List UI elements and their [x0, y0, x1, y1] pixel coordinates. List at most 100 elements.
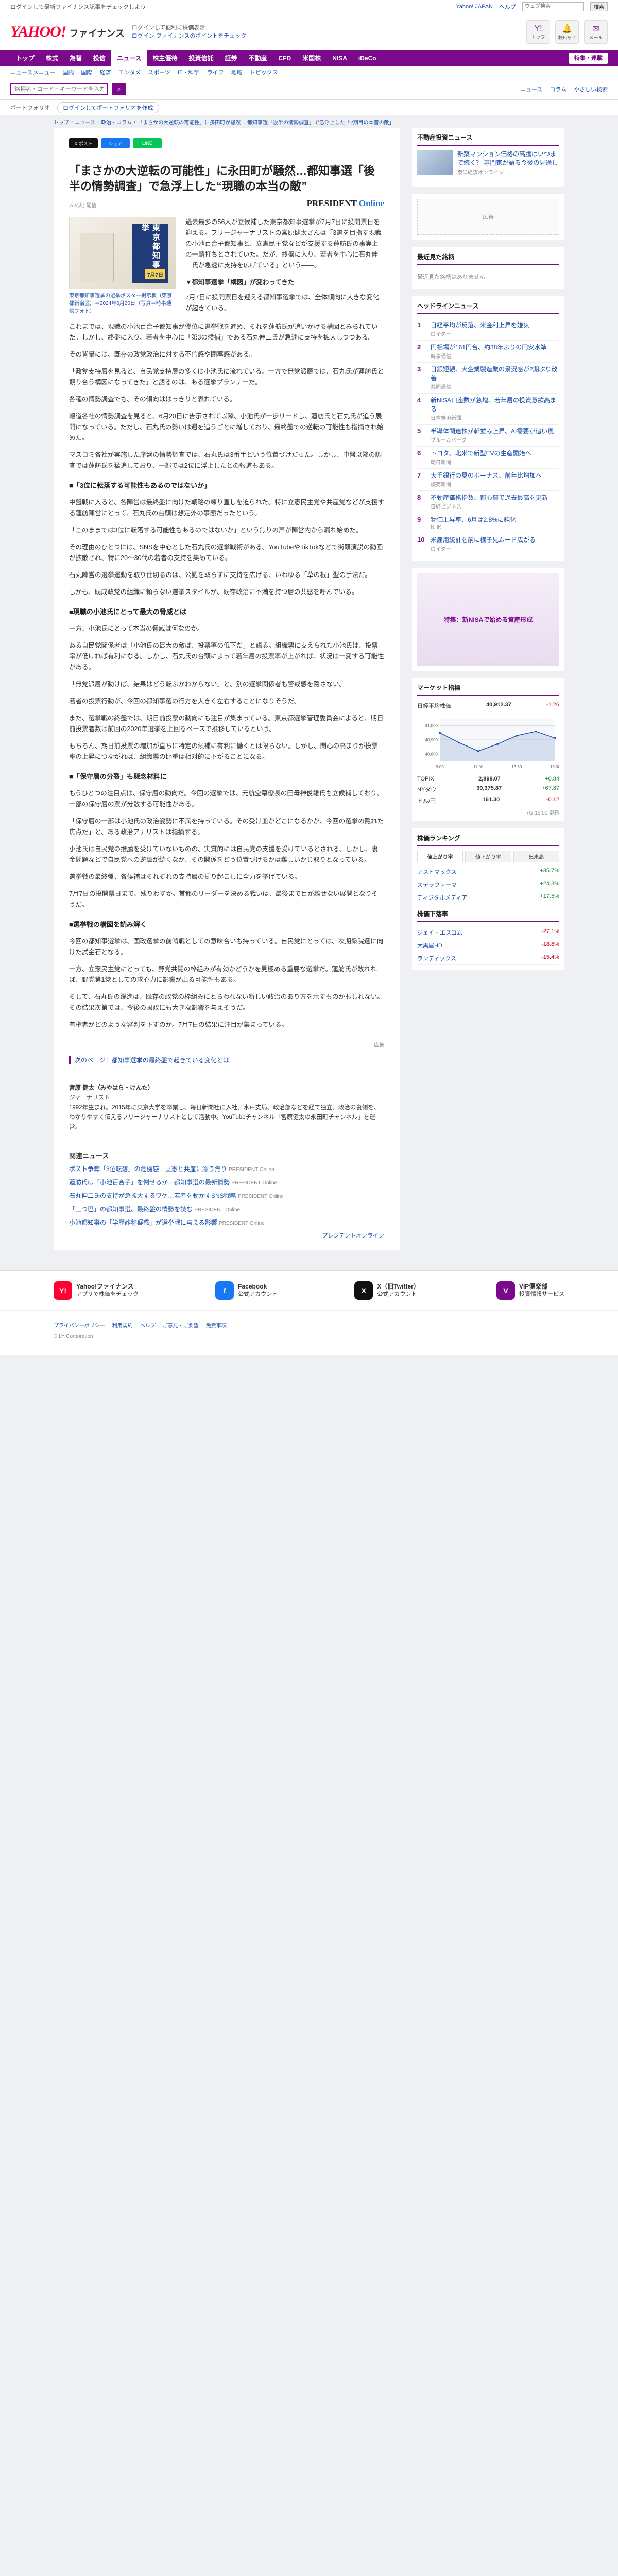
market-row[interactable]: TOPIX 2,898.07 +0.84 [417, 774, 559, 784]
footer-link[interactable]: ご意見・ご要望 [163, 1321, 199, 1329]
headline-item[interactable]: 4 新NISA口座数が急増、若年層の投資意欲高まる 日本経済新聞 [417, 394, 559, 425]
headline-item[interactable]: 3 日銀短観、大企業製造業の景況感が2期ぶり改善 共同通信 [417, 363, 559, 394]
headline-item[interactable]: 1 日経平均が反落、米金利上昇を嫌気 ロイター [417, 318, 559, 341]
portfolio-tag[interactable]: ポートフォリオ [10, 104, 50, 112]
headline-item[interactable]: 9 物価上昇率、6月は2.8%に鈍化 NHK [417, 513, 559, 533]
breadcrumb-item[interactable]: ニュース [75, 118, 95, 126]
feature-news-item[interactable]: 新築マンション価格の高騰はいつまで続く？ 専門家が語る今後の見通し 東洋経済オンラ… [417, 150, 559, 177]
nav-item[interactable]: トップ [10, 50, 40, 66]
subnav-item[interactable]: 経済 [99, 68, 111, 76]
headline-item[interactable]: 7 大手銀行の夏のボーナス、前年比増加へ 読売新聞 [417, 469, 559, 491]
footer-link[interactable]: ヘルプ [140, 1321, 156, 1329]
create-portfolio-button[interactable]: ログインしてポートフォリオを作成 [57, 101, 159, 113]
search-link-news[interactable]: ニュース [520, 85, 542, 93]
nav-item[interactable]: 投資信託 [183, 50, 219, 66]
nav-item[interactable]: 証券 [219, 50, 243, 66]
share-button[interactable]: シェア [101, 138, 130, 148]
nav-item[interactable]: iDeCo [353, 50, 382, 66]
stock-row[interactable]: ランディックス -15.4% [417, 952, 559, 965]
nav-item[interactable]: ニュース [111, 50, 147, 66]
topbar-link-yahoo[interactable]: Yahoo! JAPAN [456, 4, 493, 10]
web-search-button[interactable]: 検索 [590, 2, 608, 11]
nikkei-chart: 41,000 40,900 40,800 9:00 11:00 13:30 15:00 [417, 715, 559, 771]
nav-item[interactable]: 株式 [40, 50, 64, 66]
lead-photo[interactable]: 東京都知事選挙 7月7日 東京都知事選挙の選挙ポスター掲示板（東京都新宿区）＝2… [69, 217, 176, 315]
subnav-item[interactable]: スポーツ [148, 68, 170, 76]
subnav-item[interactable]: IT・科学 [178, 68, 200, 76]
subnav-item[interactable]: 地域 [231, 68, 243, 76]
headline-list: 1 日経平均が反落、米金利上昇を嫌気 ロイター 2 円相場が161円台、約38年ぶりの円… [417, 318, 559, 555]
headline-item[interactable]: 6 トヨタ、北米で新型EVの生産開始へ 朝日新聞 [417, 447, 559, 469]
related-link[interactable]: 小池都知事の「学歴詐称疑惑」が選挙戦に与える影響 [69, 1219, 217, 1226]
nav-item[interactable]: 株主優待 [147, 50, 183, 66]
related-pub: PRESIDENT Online [238, 1194, 284, 1199]
stock-tab[interactable]: 値上がり率 [417, 851, 464, 862]
stock-tab[interactable]: 出来高 [513, 851, 559, 862]
next-page-link[interactable]: 次のページ：都知事選挙の最終盤で起きている変化とは [69, 1056, 384, 1064]
related-item[interactable]: ポスト争奪「3位転落」の危機感…立憲と共産に漂う焦り PRESIDENT Onl… [69, 1164, 384, 1175]
topics-ad[interactable]: 特集：新NISAで始める資産形成 [417, 573, 559, 666]
nav-item[interactable]: CFD [273, 50, 297, 66]
stock-row[interactable]: 大黒屋HD -18.8% [417, 939, 559, 952]
feature-button[interactable]: 特集・連載 [569, 53, 608, 64]
market-row[interactable]: NYダウ 39,375.87 +67.87 [417, 784, 559, 795]
headline-item[interactable]: 2 円相場が161円台、約38年ぶりの円安水準 時事通信 [417, 341, 559, 363]
topbar-link-help[interactable]: ヘルプ [499, 3, 516, 11]
related-item[interactable]: 「三つ巴」の都知事選、最終盤の情勢を読む PRESIDENT Online [69, 1205, 384, 1215]
subnav-item[interactable]: ライフ [207, 68, 224, 76]
header-icon-mail[interactable]: ✉ メール [584, 20, 608, 44]
footer-app[interactable]: f Facebook 公式アカウント [215, 1281, 278, 1300]
quote-search-button[interactable]: ⌕ [112, 82, 126, 95]
footer-link[interactable]: 免責事項 [206, 1321, 227, 1329]
nav-item[interactable]: 投信 [88, 50, 111, 66]
site-logo[interactable]: YAHOO! ファイナンス [10, 23, 125, 41]
footer-link[interactable]: 利用規約 [112, 1321, 133, 1329]
footer-app[interactable]: Y! Yahoo!ファイナンス アプリで株価をチェック [54, 1281, 139, 1300]
market-row[interactable]: ドル/円 161.30 -0.12 [417, 795, 559, 806]
stock-row[interactable]: ジェイ・エスコム -27.1% [417, 926, 559, 939]
footer-app[interactable]: V VIP倶楽部 投資情報サービス [496, 1281, 564, 1300]
breadcrumb-item[interactable]: 政治・コラム [101, 118, 132, 126]
nav-item[interactable]: 米国株 [297, 50, 327, 66]
breadcrumb-item[interactable]: トップ [54, 118, 69, 126]
nav-item[interactable]: 為替 [64, 50, 88, 66]
stock-row[interactable]: ディジタルメディア +17.5% [417, 891, 559, 904]
login-link[interactable]: ログイン [132, 33, 154, 39]
subnav-item[interactable]: 国際 [81, 68, 92, 76]
subnav-item[interactable]: ニュースメニュー [10, 68, 55, 76]
related-item[interactable]: 小池都知事の「学歴詐称疑惑」が選挙戦に与える影響 PRESIDENT Onlin… [69, 1218, 384, 1228]
easy-search-link[interactable]: やさしい検索 [574, 85, 608, 93]
web-search-input[interactable] [522, 2, 584, 11]
headline-item[interactable]: 5 半導体関連株が軒並み上昇、AI需要が追い風 ブルームバーグ [417, 425, 559, 447]
stock-row[interactable]: ステラファーマ +24.3% [417, 878, 559, 891]
related-link[interactable]: 石丸伸二氏の支持が急拡大するワケ…若者を動かすSNS戦略 [69, 1192, 236, 1199]
related-link[interactable]: 「三つ巴」の都知事選、最終盤の情勢を読む [69, 1206, 193, 1213]
footer-link[interactable]: プライバシーポリシー [54, 1321, 105, 1329]
share-button[interactable]: LINE [133, 138, 162, 148]
related-item[interactable]: 蓮舫氏は「小池百合子」を倒せるか…都知事選の最新情勢 PRESIDENT Onl… [69, 1178, 384, 1188]
footer-app[interactable]: X X（旧Twitter） 公式アカウント [354, 1281, 420, 1300]
share-button[interactable]: X ポスト [69, 138, 98, 148]
subnav-item[interactable]: 国内 [62, 68, 74, 76]
header-icon-top[interactable]: Y! トップ [526, 20, 550, 44]
points-link[interactable]: ファイナンスのポイントをチェック [156, 33, 247, 39]
nav-item[interactable]: 不動産 [243, 50, 273, 66]
related-footer[interactable]: プレジデントオンライン [69, 1231, 384, 1240]
publisher-logo[interactable]: PRESIDENT Online [307, 198, 384, 209]
subnav-item[interactable]: トピックス [250, 68, 278, 76]
quote-search-input[interactable] [10, 82, 108, 95]
related-item[interactable]: 石丸伸二氏の支持が急拡大するワケ…若者を動かすSNS戦略 PRESIDENT O… [69, 1191, 384, 1201]
stock-tab[interactable]: 値下がり率 [465, 851, 511, 862]
related-link[interactable]: 蓮舫氏は「小池百合子」を倒せるか…都知事選の最新情勢 [69, 1179, 230, 1186]
stock-row[interactable]: アストマックス +35.7% [417, 866, 559, 878]
subnav-item[interactable]: エンタメ [118, 68, 141, 76]
headline-item[interactable]: 8 不動産価格指数、都心部で過去最高を更新 日経ビジネス [417, 491, 559, 513]
market-row-main[interactable]: 日経平均株価 40,912.37 -1.26 [417, 700, 559, 711]
search-link-column[interactable]: コラム [550, 85, 566, 93]
header-icon-notice[interactable]: 🔔 お知らせ [555, 20, 579, 44]
nav-item[interactable]: NISA [327, 50, 353, 66]
headline-item[interactable]: 10 米雇用統計を前に様子見ムード広がる ロイター [417, 533, 559, 555]
related-link[interactable]: ポスト争奪「3位転落」の危機感…立憲と共産に漂う焦り [69, 1165, 227, 1173]
ad-slot[interactable]: 広告 [417, 199, 559, 235]
footer-links: プライバシーポリシー 利用規約 ヘルプ ご意見・ご要望 免責事項 [54, 1321, 564, 1329]
